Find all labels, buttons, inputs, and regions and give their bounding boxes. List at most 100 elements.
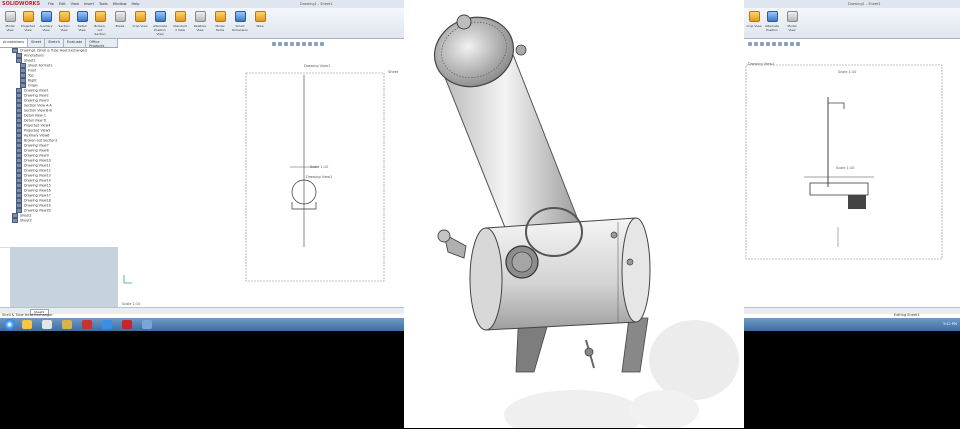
menu-tools[interactable]: Tools — [99, 2, 108, 6]
tab-sheet[interactable]: Sheet — [28, 39, 46, 47]
chrome-icon[interactable] — [102, 320, 112, 329]
menu-help[interactable]: Help — [131, 2, 139, 6]
appearance-icon[interactable] — [314, 42, 318, 46]
section-view-icon — [58, 11, 70, 22]
hide-show-icon[interactable] — [308, 42, 312, 46]
model-items-button[interactable]: Model Items — [212, 11, 228, 35]
menu-view[interactable]: View — [71, 2, 79, 6]
model-view-icon — [786, 11, 798, 22]
previous-view-icon[interactable] — [284, 42, 288, 46]
corner-label: Sheet — [388, 70, 399, 74]
model-view-icon — [4, 11, 16, 22]
windows-taskbar — [0, 318, 404, 331]
zoom-area-icon[interactable] — [278, 42, 282, 46]
taskbar-clock[interactable]: 3:42 PM — [943, 322, 957, 326]
section-view-button[interactable]: Section View — [56, 11, 72, 35]
shell-end-right — [621, 217, 651, 323]
drawing-canvas: Drawing View1 Sheet Scale 1:10 Drawing V… — [122, 64, 399, 306]
section-view-icon[interactable] — [766, 42, 770, 46]
break-button[interactable]: Break — [112, 11, 128, 35]
scene-icon[interactable] — [796, 42, 800, 46]
menu-edit[interactable]: Edit — [59, 2, 66, 6]
heads-up-view-toolbar — [272, 42, 324, 46]
horizontal-shell — [485, 217, 643, 331]
alternate-position-icon — [154, 11, 166, 22]
start-button[interactable] — [4, 319, 15, 330]
display-style-icon[interactable] — [302, 42, 306, 46]
alternate-position-view-button[interactable]: Alternate Position View — [152, 11, 168, 36]
standard-3-view-button[interactable]: Standard 3 View — [172, 11, 188, 35]
display-style-icon[interactable] — [778, 42, 782, 46]
standard-3-view-icon — [174, 11, 186, 22]
detail-view-icon — [76, 11, 88, 22]
crop-view-button-right[interactable]: Crop View — [746, 11, 762, 35]
drawing-sheet[interactable]: Drawing View1 Sheet Scale 1:10 Drawing V… — [118, 47, 404, 307]
view-label: Drawing View1 — [304, 64, 330, 68]
previous-view-icon[interactable] — [760, 42, 764, 46]
sheet-tab-bar-right — [744, 307, 960, 314]
view-orientation-icon[interactable] — [772, 42, 776, 46]
model-view-button-right[interactable]: Model View — [784, 11, 800, 35]
right-view-label: Drawing View2 — [748, 62, 774, 66]
tab-annotations[interactable]: Annotations — [0, 39, 29, 47]
windows-taskbar-right: 3:42 PM — [744, 318, 960, 331]
tab-office-products[interactable]: Office Products — [86, 39, 118, 48]
crop-view-icon — [134, 11, 146, 22]
appearance-icon[interactable] — [790, 42, 794, 46]
auxiliary-view-icon — [40, 11, 52, 22]
pipe-elbow — [828, 102, 845, 109]
smart-dimension-button[interactable]: Smart Dimension — [232, 11, 248, 35]
feature-manager-tree: Drawing1 (Shell & Tube Heat Exchanger) A… — [0, 48, 119, 247]
drain-valve — [584, 347, 594, 357]
notepad-icon[interactable] — [42, 320, 52, 329]
shell-outline-right — [809, 182, 869, 196]
relative-view-button[interactable]: Relative View — [192, 11, 208, 35]
property-panel — [10, 247, 118, 307]
sheet-tab-bar: Sheet1 — [0, 307, 404, 315]
crop-view-button[interactable]: Crop View — [132, 11, 148, 35]
sheet-scale-text: Scale 1:10 — [122, 302, 140, 306]
zoom-area-icon[interactable] — [754, 42, 758, 46]
menu-window[interactable]: Window — [113, 2, 127, 6]
model-view-button[interactable]: Model View — [2, 11, 18, 35]
tree-item[interactable]: Sheet3 — [0, 218, 118, 223]
menu-insert[interactable]: Insert — [84, 2, 94, 6]
auxiliary-view-button[interactable]: Auxiliary View — [38, 11, 54, 35]
zoom-to-fit-icon[interactable] — [748, 42, 752, 46]
drawing-sheet-right[interactable]: Drawing View2 Scale 1:10 Scale 1:10 — [744, 47, 960, 307]
document-title-right: Drawing1 - Sheet1 — [848, 2, 881, 6]
detail-view-button[interactable]: Detail View — [74, 11, 90, 35]
view-caption: Drawing View1 — [306, 175, 332, 179]
smart-dimension-icon — [234, 11, 246, 22]
solidworks-window-left: SOLIDWORKS File Edit View Insert Tools W… — [0, 0, 404, 331]
shell-end-left — [469, 227, 503, 331]
drawing-canvas-right: Drawing View2 Scale 1:10 Scale 1:10 — [745, 62, 943, 260]
projected-view-button[interactable]: Projected View — [20, 11, 36, 35]
solidworks-explorer-icon[interactable] — [122, 320, 132, 329]
projected-view-icon — [22, 11, 34, 22]
top-nozzle — [610, 231, 618, 239]
vent-nozzle — [456, 14, 472, 30]
document-title: Drawing1 - Sheet1 — [300, 2, 333, 6]
break-icon — [114, 11, 126, 22]
scene-icon[interactable] — [320, 42, 324, 46]
menu-file[interactable]: File — [48, 2, 54, 6]
network-icon[interactable] — [142, 320, 152, 329]
tab-sketch[interactable]: Sketch — [45, 39, 64, 47]
section-view-icon[interactable] — [290, 42, 294, 46]
explorer-icon[interactable] — [22, 320, 32, 329]
note-button[interactable]: Note — [252, 11, 268, 35]
status-text-right: Editing Sheet1 — [894, 313, 920, 317]
inlet-flange — [437, 229, 451, 243]
command-tabs: Annotations Sheet Sketch Evaluate Office… — [0, 39, 118, 48]
ghost-shadow — [649, 320, 739, 400]
folder-icon[interactable] — [62, 320, 72, 329]
zoom-to-fit-icon[interactable] — [272, 42, 276, 46]
alternate-position-button-right[interactable]: Alternate Position — [764, 11, 780, 35]
hide-show-icon[interactable] — [784, 42, 788, 46]
broken-out-section-button[interactable]: Broken-out Section — [92, 11, 108, 36]
command-manager-ribbon-right: Crop View Alternate Position Model View — [744, 8, 960, 39]
solidworks-icon[interactable] — [82, 320, 92, 329]
tab-evaluate[interactable]: Evaluate — [64, 39, 87, 47]
view-orientation-icon[interactable] — [296, 42, 300, 46]
